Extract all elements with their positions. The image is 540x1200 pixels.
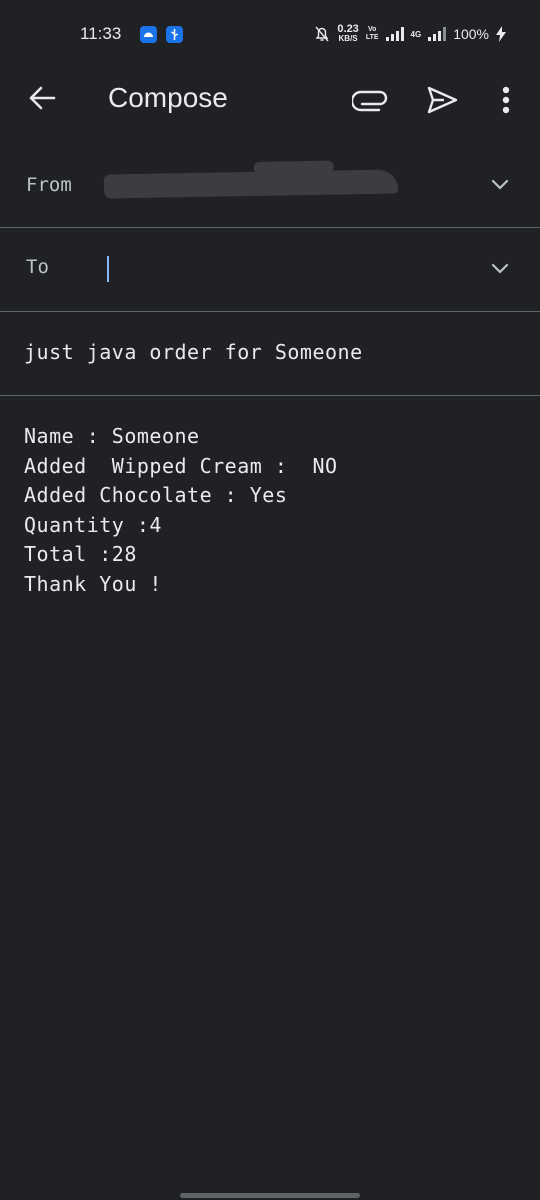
to-label: To (26, 256, 49, 278)
network-type: 4G (410, 29, 422, 39)
to-field[interactable]: To (0, 228, 540, 312)
body-line: Name : Someone (24, 424, 200, 448)
body-line: Thank You ! (24, 571, 162, 596)
battery-charging-icon (496, 26, 506, 42)
from-address-redacted (103, 169, 399, 199)
body-line: Quantity :4 (24, 512, 162, 537)
body-line: Total :28 (24, 542, 137, 567)
battery-level: 100% (453, 26, 489, 42)
send-icon[interactable] (424, 82, 460, 118)
body-line: Added Chocolate : Yes (24, 483, 288, 508)
volte-top: Vo (367, 26, 377, 33)
status-indicators: 0.23 KB/S Vo LTE 4G 100% (314, 22, 506, 46)
from-field[interactable]: From (0, 142, 540, 228)
volte-bottom: LTE (365, 34, 379, 41)
back-arrow-icon[interactable] (24, 80, 60, 116)
from-label: From (26, 174, 72, 196)
page-title: Compose (108, 82, 228, 113)
more-vert-icon[interactable] (496, 82, 516, 118)
email-body[interactable]: Name : Someone Added Wipped Cream : NO A… (24, 422, 338, 600)
status-time: 11:33 (80, 24, 122, 43)
chevron-down-icon[interactable] (490, 262, 510, 276)
chevron-down-icon[interactable] (490, 178, 510, 192)
speed-unit: KB/S (338, 34, 358, 43)
status-bar: 11:33 0.23 KB/S Vo LTE 4G 100% (0, 0, 540, 68)
network-speed: 0.23 KB/S (337, 23, 359, 44)
app-bar: Compose (0, 68, 540, 132)
compose-screen: 11:33 0.23 KB/S Vo LTE 4G 100% Compose F… (0, 0, 540, 1200)
volte-badge: Vo LTE (366, 26, 379, 42)
body-line: Added Wipped Cream : NO (24, 453, 338, 478)
mute-bell-icon (315, 26, 329, 42)
signal-icon (385, 27, 404, 41)
gesture-nav-handle[interactable] (180, 1193, 360, 1198)
subject-field[interactable]: just java order for Someone (0, 312, 540, 396)
usb-icon (166, 26, 183, 43)
android-icon (140, 26, 157, 43)
speed-value: 0.23 (337, 23, 359, 35)
text-cursor (107, 256, 109, 282)
attach-icon[interactable] (352, 84, 388, 116)
subject-input[interactable]: just java order for Someone (24, 340, 363, 364)
signal-icon (428, 27, 447, 41)
